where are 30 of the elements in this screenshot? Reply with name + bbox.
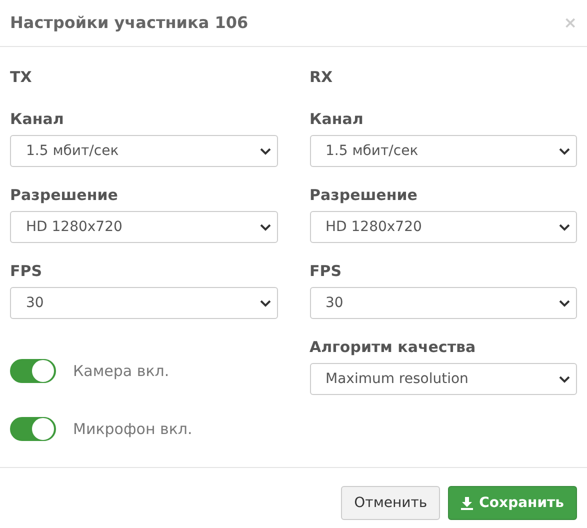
field-label: Канал (310, 109, 364, 129)
field-label: Канал (10, 109, 65, 129)
chevron-down-icon (260, 224, 270, 230)
toggle-label: Камера вкл. (73, 360, 170, 382)
select-field[interactable]: HD 1280x720 (10, 211, 278, 243)
cancel-button[interactable]: Отменить (341, 486, 440, 520)
select-field[interactable]: 30 (310, 287, 577, 319)
field-label: Разрешение (310, 185, 418, 205)
field-label: FPS (310, 261, 343, 281)
chevron-down-icon (559, 148, 570, 154)
chevron-down-icon (260, 148, 270, 154)
select-field[interactable]: Maximum resolution (310, 363, 577, 395)
chevron-down-icon (260, 300, 270, 306)
select-field[interactable]: 1.5 мбит/сек (310, 135, 577, 167)
toggle-switch[interactable] (10, 359, 56, 383)
field-label: Алгоритм качества (310, 337, 477, 357)
chevron-down-icon (559, 224, 570, 230)
dialog-title: Настройки участника 106 (10, 12, 248, 34)
toggle-label: Микрофон вкл. (73, 418, 192, 440)
select-field[interactable]: HD 1280x720 (310, 211, 577, 243)
field-label: FPS (10, 261, 44, 281)
select-field[interactable]: 1.5 мбит/сек (10, 135, 278, 167)
select-field[interactable]: 30 (10, 287, 278, 319)
download-icon (461, 496, 474, 510)
column-heading: TX (10, 67, 33, 87)
field-label: Разрешение (10, 185, 119, 205)
column-heading: RX (310, 67, 334, 87)
chevron-down-icon (559, 376, 570, 382)
chevron-down-icon (559, 300, 570, 306)
toggle-switch[interactable] (10, 417, 56, 441)
